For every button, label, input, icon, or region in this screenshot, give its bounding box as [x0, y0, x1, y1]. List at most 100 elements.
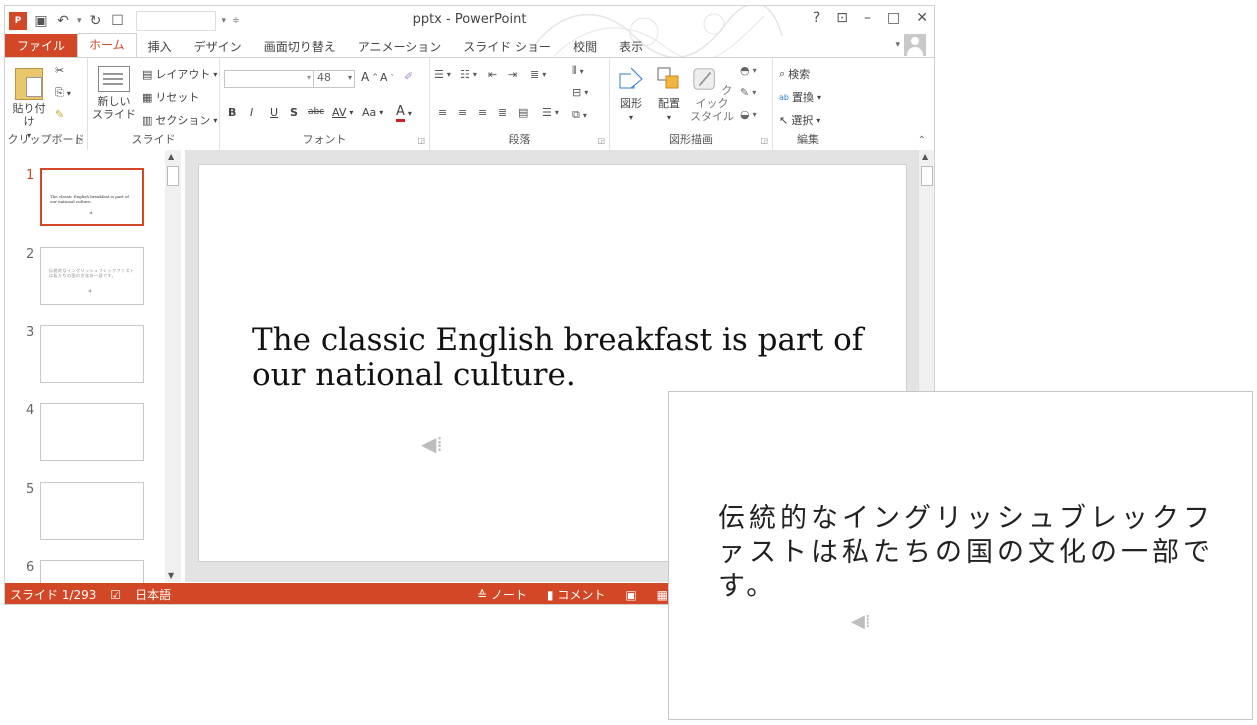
slide-sorter-icon[interactable]: ▦	[657, 588, 668, 602]
font-color-button[interactable]: A ▾	[396, 104, 412, 122]
thumbnail-slide-4[interactable]: 4	[5, 403, 165, 465]
align-text-button[interactable]: ⊟ ▾	[572, 86, 588, 99]
clipboard-launcher-icon[interactable]: ◲	[75, 136, 83, 145]
new-slide-label-2: スライド	[92, 108, 136, 121]
thumbnail-slide-1[interactable]: 1 The classic English breakfast is part …	[5, 168, 165, 230]
minimize-icon[interactable]: –	[864, 10, 871, 26]
select-label: 選択	[791, 114, 814, 127]
scroll-down-icon[interactable]: ▼	[168, 571, 174, 580]
font-launcher-icon[interactable]: ◲	[417, 136, 425, 145]
thumbnail-slide-2[interactable]: 2 伝統的なイングリッシュブレックファストは私たちの国の文化の一部です。 ◀	[5, 247, 165, 309]
layout-button[interactable]: ▤ レイアウト ▾	[142, 66, 217, 82]
new-slide-button[interactable]: 新しい スライド	[92, 66, 136, 121]
font-size-box[interactable]: 48 ▾	[313, 70, 355, 88]
slide-text[interactable]: The classic English breakfast is part of…	[252, 323, 892, 393]
speaker-icon[interactable]: ◀⁞	[851, 611, 871, 632]
numbering-button[interactable]: ☷ ▾	[460, 68, 477, 81]
speaker-icon[interactable]: ◀⁞	[421, 432, 443, 456]
underline-button[interactable]: U	[270, 106, 278, 119]
change-case-button[interactable]: Aa ▾	[362, 106, 383, 119]
tab-animations[interactable]: アニメーション	[347, 36, 453, 58]
help-icon[interactable]: ?	[813, 10, 820, 26]
shape-outline-button[interactable]: ✎ ▾	[740, 86, 756, 99]
paragraph-launcher-icon[interactable]: ◲	[597, 136, 605, 145]
align-center-button[interactable]: ≡	[458, 106, 467, 119]
decrease-indent-button[interactable]: ⇤	[488, 68, 497, 81]
increase-indent-button[interactable]: ⇥	[508, 68, 517, 81]
italic-button[interactable]: I	[250, 106, 253, 119]
tab-insert[interactable]: 挿入	[137, 36, 183, 58]
bullets-button[interactable]: ☰ ▾	[434, 68, 451, 81]
section-button[interactable]: ▥ セクション ▾	[142, 112, 217, 128]
scrollbar-thumb[interactable]	[921, 166, 933, 186]
avatar[interactable]	[904, 34, 926, 56]
normal-view-icon[interactable]: ▣	[625, 588, 636, 602]
font-name-box[interactable]: ▾	[224, 70, 314, 88]
cut-button[interactable]: ✂	[55, 64, 64, 77]
scrollbar-thumb[interactable]	[167, 166, 179, 186]
thumbnail-preview[interactable]	[40, 325, 144, 383]
thumbnail-number: 1	[26, 168, 35, 183]
change-case-icon: Aa	[362, 106, 377, 119]
language-indicator[interactable]: 日本語	[135, 586, 171, 603]
quick-styles-button[interactable]: クイック スタイル	[690, 66, 734, 123]
shadow-button[interactable]: S	[290, 106, 298, 119]
thumbnails-scrollbar[interactable]: ▲ ▼	[165, 150, 181, 582]
user-dropdown-icon[interactable]: ▾	[895, 40, 900, 50]
find-button[interactable]: ⌕ 検索	[779, 66, 810, 82]
columns-button[interactable]: ☰ ▾	[542, 106, 559, 119]
thumbnail-preview[interactable]: The classic English breakfast is part of…	[40, 168, 144, 226]
tab-design[interactable]: デザイン	[183, 36, 253, 58]
text-direction-button[interactable]: ⫴ ▾	[572, 64, 584, 78]
notes-button[interactable]: ≙ ノート	[477, 586, 527, 603]
thumbnail-preview[interactable]	[40, 482, 144, 540]
bold-button[interactable]: B	[228, 106, 236, 119]
scroll-up-icon[interactable]: ▲	[922, 152, 928, 161]
char-spacing-button[interactable]: AV ▾	[332, 106, 353, 119]
align-right-button[interactable]: ≡	[478, 106, 487, 119]
thumbnail-preview[interactable]	[40, 403, 144, 461]
comments-button[interactable]: ▮ コメント	[547, 586, 605, 603]
select-button[interactable]: ↖ 選択 ▾	[779, 112, 820, 128]
shape-effects-button[interactable]: ◒ ▾	[740, 108, 757, 121]
format-painter-button[interactable]: ✎	[55, 108, 64, 121]
thumbnail-slide-5[interactable]: 5	[5, 482, 165, 544]
clear-formatting-button[interactable]: ✐	[404, 70, 413, 83]
ribbon-display-icon[interactable]: ⊡	[836, 10, 848, 26]
thumbnail-text: The classic English breakfast is part of…	[50, 194, 129, 204]
line-spacing-button[interactable]: ≣ ▾	[530, 68, 546, 81]
scroll-up-icon[interactable]: ▲	[168, 152, 174, 161]
thumbnail-slide-3[interactable]: 3	[5, 325, 165, 387]
arrange-label: 配置	[658, 97, 680, 110]
spellcheck-icon[interactable]: ☑	[110, 588, 121, 602]
smartart-button[interactable]: ⧉ ▾	[572, 108, 587, 122]
justify-button[interactable]: ≣	[498, 106, 507, 119]
copy-button[interactable]: ⎘ ▾	[55, 86, 71, 100]
tab-file[interactable]: ファイル	[5, 34, 78, 58]
align-left-button[interactable]: ≡	[438, 106, 447, 119]
reset-button[interactable]: ▦ リセット	[142, 89, 199, 105]
tab-transitions[interactable]: 画面切り替え	[253, 36, 347, 58]
shapes-icon	[619, 67, 643, 89]
font-grow-button[interactable]: A ^	[361, 70, 378, 84]
tab-review[interactable]: 校閲	[562, 36, 608, 58]
tab-view[interactable]: 表示	[608, 36, 654, 58]
ribbon-tabs: ファイル ホーム 挿入 デザイン 画面切り替え アニメーション スライド ショー…	[5, 33, 934, 58]
shape-fill-button[interactable]: ◓ ▾	[740, 64, 757, 77]
replace-button[interactable]: ab 置換 ▾	[779, 89, 821, 105]
arrange-button[interactable]: 配置 ▾	[652, 66, 686, 124]
distributed-button[interactable]: ▤	[518, 106, 528, 119]
tab-home[interactable]: ホーム	[77, 33, 137, 58]
close-icon[interactable]: ✕	[916, 10, 928, 26]
grow-font-icon: A	[361, 70, 370, 84]
comments-label: コメント	[557, 588, 606, 602]
drawing-launcher-icon[interactable]: ◲	[760, 136, 768, 145]
font-shrink-button[interactable]: Aˇ	[380, 71, 394, 84]
strikethrough-button[interactable]: abc	[308, 107, 324, 117]
collapse-ribbon-icon[interactable]: ⌃	[918, 135, 926, 146]
shapes-button[interactable]: 図形 ▾	[614, 66, 648, 124]
thumbnail-preview[interactable]: 伝統的なイングリッシュブレックファストは私たちの国の文化の一部です。 ◀	[40, 247, 144, 305]
maximize-icon[interactable]: □	[887, 10, 900, 26]
tab-slideshow[interactable]: スライド ショー	[452, 36, 562, 58]
drawing-group: 図形 ▾ 配置 ▾ クイック スタイル ◓ ▾ ✎ ▾ ◒ ▾ 図形描画 ◲	[610, 58, 773, 150]
